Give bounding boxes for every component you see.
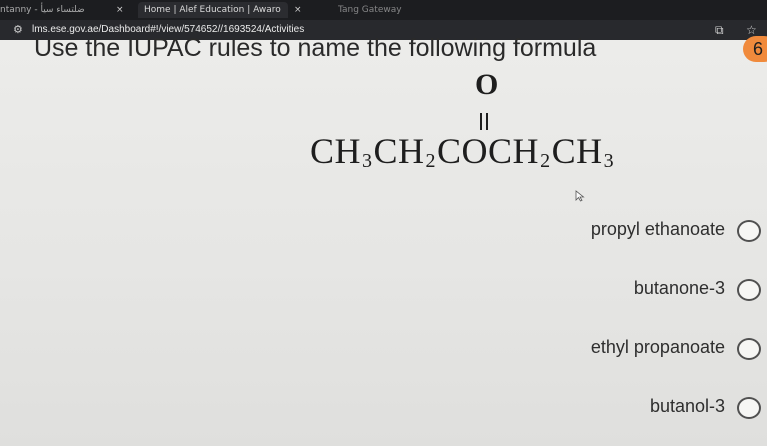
radio-button[interactable] — [737, 397, 761, 419]
tab-title: ntanny - ضلتساء سيأ — [0, 5, 85, 15]
activity-content: Use the IUPAC rules to name the followin… — [0, 34, 767, 446]
close-tab-icon[interactable]: × — [294, 2, 302, 18]
browser-tab-1[interactable]: ntanny - ضلتساء سيأ — [0, 2, 112, 18]
option-label: butanol-3 — [649, 396, 725, 416]
close-tab-icon[interactable]: × — [116, 2, 124, 18]
answer-option[interactable]: butanol-3 — [447, 393, 767, 425]
question-text: Use the IUPAC rules to name the followin… — [34, 34, 597, 62]
structural-formula: O CH3CH2COCH2CH3 — [300, 66, 730, 196]
option-label: ethyl propanoate — [590, 337, 725, 357]
condensed-formula: CH3CH2COCH2CH3 — [310, 130, 615, 173]
answer-option[interactable]: ethyl propanoate — [447, 334, 767, 366]
answer-option[interactable]: propyl ethanoate — [447, 216, 767, 248]
carbonyl-oxygen: O — [475, 68, 499, 101]
tab-strip: ntanny - ضلتساء سيأ × Home | Alef Educat… — [0, 0, 767, 20]
double-bond-icon — [480, 113, 489, 130]
answer-option[interactable]: butanone-3 — [447, 275, 767, 307]
mouse-cursor-icon — [575, 190, 585, 202]
tune-icon[interactable]: ⚙ — [13, 21, 23, 39]
radio-button[interactable] — [737, 220, 761, 242]
formula-group: CH2 — [373, 131, 437, 172]
formula-group: CH3 — [310, 131, 373, 172]
browser-tab-2[interactable]: Home | Alef Education | Awaro — [138, 2, 288, 18]
formula-group: COCH2 — [437, 131, 551, 172]
extensions-icon[interactable]: ⧉ — [715, 20, 724, 40]
radio-button[interactable] — [737, 338, 761, 360]
tab-title: Home | Alef Education | Awaro — [144, 5, 281, 15]
option-label: propyl ethanoate — [590, 219, 725, 239]
tab-title: Tang Gateway — [338, 5, 402, 15]
question-number-badge: 6 — [743, 36, 767, 62]
browser-tab-3[interactable]: Tang Gateway — [338, 2, 428, 18]
formula-group: CH3 — [551, 131, 615, 172]
radio-button[interactable] — [737, 279, 761, 301]
option-label: butanone-3 — [633, 278, 725, 298]
